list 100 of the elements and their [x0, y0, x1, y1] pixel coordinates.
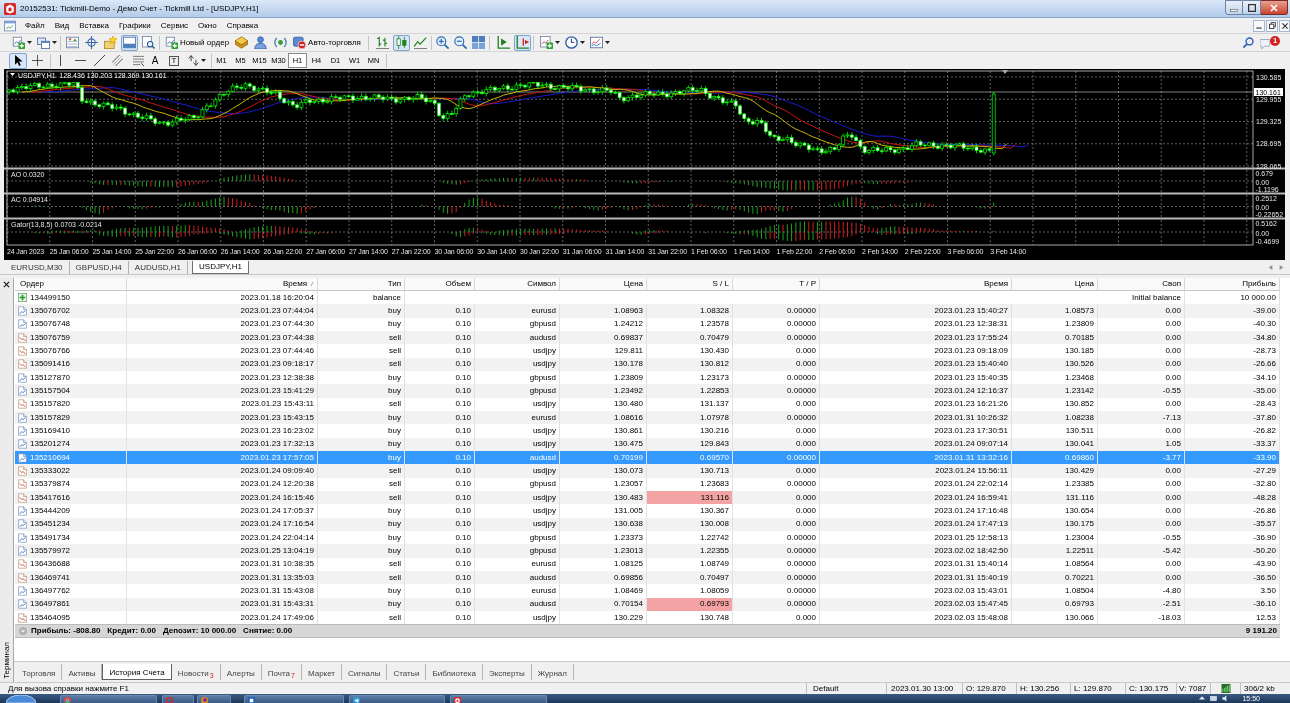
chart-tab[interactable]: AUDUSD,H1 [128, 261, 189, 274]
terminal-tab[interactable]: Журнал [531, 664, 574, 680]
column-header[interactable]: Прибыль [1185, 278, 1280, 290]
new-order-button[interactable]: Новый ордер [163, 34, 231, 51]
auto-trading-button[interactable]: Авто-торговля [290, 34, 364, 51]
auto-scroll-button[interactable] [495, 34, 512, 51]
search-icon[interactable] [1243, 37, 1254, 48]
column-header[interactable]: Объем [405, 278, 475, 290]
child-close-button[interactable] [1279, 19, 1290, 32]
bar-chart-button[interactable] [374, 34, 391, 51]
text-button[interactable]: A [148, 52, 162, 69]
text-label-button[interactable]: T [166, 52, 182, 69]
table-cell: 2023.01.31 15:40:14 [820, 557, 1012, 571]
table-cell: 0.00 [1098, 424, 1185, 438]
table-row[interactable]: 135579972 2023.01.25 13:04:19 buy 0.10 gbpusd 1.23013 1.22355 0.00000 2023.02.02 18:42:50 1.22511 -5.42 -50.20 [15, 544, 1280, 558]
table-cell: buy [318, 544, 405, 558]
document-icon [18, 505, 27, 516]
taskbar-button[interactable] [197, 695, 231, 703]
new-chart-button[interactable] [10, 34, 34, 51]
terminal-tab[interactable]: Библиотека [426, 664, 483, 680]
minimize-button[interactable] [1225, 0, 1243, 15]
editor-button[interactable] [233, 34, 250, 51]
candlestick-chart-button[interactable] [393, 34, 410, 51]
terminal-tab[interactable]: Статьи [387, 664, 427, 680]
table-cell: buy [318, 504, 405, 518]
column-header[interactable]: Время [282, 278, 307, 290]
line-chart-button[interactable] [412, 34, 429, 51]
chart-tab[interactable]: GBPUSD,H4 [69, 261, 129, 274]
table-cell: 1.23385 [1012, 477, 1098, 491]
table-row[interactable]: 135076702 2023.01.23 07:44:04 buy 0.10 eurusd 1.08963 1.08328 0.00000 2023.01.23 15:40:27 1.08573 0.00 -39.00 [15, 304, 1280, 318]
scroll-left-icon[interactable] [1268, 264, 1273, 271]
profiles-button[interactable] [36, 34, 58, 51]
column-header[interactable]: T / P [733, 278, 820, 290]
periods-button[interactable] [563, 34, 586, 51]
market-watch-button[interactable] [64, 34, 81, 51]
table-row[interactable]: 135333022 2023.01.24 09:09:40 sell 0.10 usdjpy 130.073 130.713 0.000 2023.01.24 15:56:11 130.429 0.00 -27.29 [15, 464, 1280, 478]
table-row[interactable]: 135157504 2023.01.23 15:41:29 buy 0.10 gbpusd 1.23492 1.22853 0.00000 2023.01.24 12:16:37 1.23142 -0.55 -35.00 [15, 384, 1280, 398]
column-header[interactable]: Цена [1012, 278, 1098, 290]
scroll-right-icon[interactable] [1279, 264, 1284, 271]
tray-arrow-icon[interactable] [1199, 695, 1206, 701]
terminal-tab[interactable]: Торговля [16, 664, 63, 680]
column-header[interactable]: Ордер [15, 278, 127, 290]
menu-item[interactable]: Вставка [74, 18, 114, 33]
column-header[interactable]: Своп [1098, 278, 1185, 290]
table-cell: 0.000 [733, 397, 820, 411]
maximize-button[interactable] [1243, 0, 1261, 15]
table-cell: sell [318, 464, 405, 478]
templates-button[interactable] [588, 34, 611, 51]
terminal-button[interactable] [121, 34, 138, 51]
menu-item[interactable]: Сервис [155, 18, 194, 33]
column-header[interactable]: Время [820, 278, 1012, 290]
chart-plus-icon [12, 36, 25, 49]
start-button[interactable] [6, 695, 36, 703]
terminal-tab[interactable]: Маркет [301, 664, 343, 680]
table-cell: 2023.01.23 17:32:13 [127, 437, 318, 451]
close-button[interactable] [1261, 0, 1288, 15]
chart-shift-button[interactable] [514, 34, 531, 51]
menu-item[interactable]: Справка [221, 18, 264, 33]
plus-icon [18, 293, 27, 303]
app-icon [353, 697, 360, 703]
navigator-button[interactable] [83, 34, 100, 51]
table-cell: 130.480 [560, 397, 647, 411]
indicators-button[interactable] [537, 34, 562, 51]
terminal-tab[interactable]: Эксперты [482, 664, 532, 680]
table-cell: usdjpy [475, 517, 560, 531]
document-icon [18, 425, 27, 436]
column-header[interactable]: Цена [560, 278, 647, 290]
child-minimize-button[interactable] [1253, 19, 1265, 32]
community-button[interactable] [252, 34, 269, 51]
cursor-button[interactable] [9, 52, 27, 69]
taskbar-button[interactable] [450, 695, 547, 703]
star-folder-icon [104, 36, 117, 49]
taskbar-button[interactable] [349, 695, 445, 703]
chart-tab[interactable]: EURUSD,M30 [5, 261, 70, 274]
network-icon[interactable] [1210, 695, 1218, 702]
zoom-in-button[interactable] [434, 34, 451, 51]
close-icon[interactable] [3, 281, 10, 288]
table-cell: -0.55 [1098, 384, 1185, 398]
table-cell: 2023.01.23 17:30:51 [820, 424, 1012, 438]
menu-item[interactable]: Файл [20, 18, 50, 33]
table-cell: 135157504 [30, 384, 71, 397]
summary-item: Прибыль: -808.80 [31, 624, 101, 637]
tester-button[interactable] [140, 34, 157, 51]
tile-windows-button[interactable] [470, 34, 487, 51]
column-header[interactable]: S / L [647, 278, 733, 290]
terminal-tab[interactable]: История Счета [102, 664, 172, 680]
zoom-out-button[interactable] [452, 34, 469, 51]
menu-item[interactable]: Окно [193, 18, 222, 33]
stop-badge-icon [293, 36, 307, 49]
child-restore-button[interactable] [1266, 19, 1278, 32]
chat-icon[interactable] [1260, 37, 1272, 50]
terminal-tab[interactable]: Сигналы [342, 664, 388, 680]
column-header[interactable]: Символ [475, 278, 560, 290]
menu-item[interactable]: Вид [49, 18, 75, 33]
crosshair-button[interactable] [29, 52, 46, 69]
chart-tab[interactable]: USDJPY,H1 [192, 261, 250, 274]
terminal-tab[interactable]: Алерты [220, 664, 262, 680]
column-header[interactable]: Тип [318, 278, 405, 290]
menu-item[interactable]: Графики [113, 18, 156, 33]
trend-line-button[interactable] [91, 52, 108, 69]
